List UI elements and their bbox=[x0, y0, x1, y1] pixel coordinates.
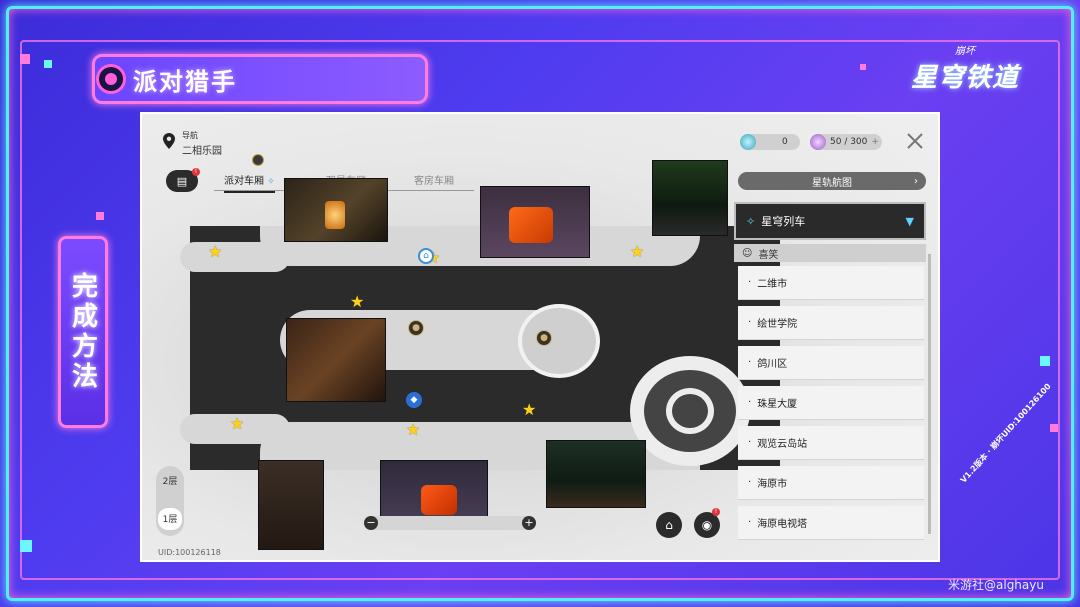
tab-party-car[interactable]: 派对车厢 ✧ bbox=[224, 172, 275, 193]
home-button[interactable]: ⌂ bbox=[656, 512, 682, 538]
target-icon bbox=[96, 64, 126, 94]
side-banner: 完成方法 bbox=[58, 236, 108, 428]
group-header: ☺ 喜笑 bbox=[734, 244, 926, 262]
home-icon: ⌂ bbox=[665, 518, 673, 532]
orange-cushion bbox=[421, 485, 457, 515]
tab-guest-car[interactable]: 客房车厢 bbox=[414, 172, 454, 187]
mission-badge: ! bbox=[712, 508, 720, 516]
upper-left-room bbox=[180, 242, 290, 272]
star-marker[interactable]: ★ bbox=[406, 422, 420, 438]
location-label: 绘世学院 bbox=[757, 319, 798, 330]
watermark: 米游社@alghayu bbox=[948, 578, 1044, 592]
location-label: 二维市 bbox=[757, 279, 788, 290]
star-rail-map-label: 星轨航图 bbox=[812, 177, 852, 189]
home-icon[interactable]: ⌂ bbox=[418, 248, 434, 264]
pixel-deco bbox=[96, 212, 104, 220]
photo-chair bbox=[258, 460, 324, 550]
location-row[interactable]: · 鸽川区 bbox=[738, 346, 924, 380]
train-car-map[interactable]: ★ ★ ★ ★ ★ ★ ★ ⌂ ● ● ◆ bbox=[180, 226, 780, 470]
pixel-deco bbox=[44, 60, 52, 68]
floor-2-button[interactable]: 2层 bbox=[156, 474, 184, 487]
group-icon: ☺ bbox=[742, 247, 753, 259]
zoom-in-button[interactable]: + bbox=[522, 516, 536, 530]
location-label: 珠星大厦 bbox=[757, 399, 798, 410]
location-scrollbar[interactable] bbox=[928, 254, 931, 534]
photo-planter bbox=[546, 440, 646, 508]
add-icon[interactable]: + bbox=[871, 137, 879, 147]
photo-phone bbox=[286, 318, 386, 402]
star-rail-map-button[interactable]: 星轨航图 › bbox=[738, 172, 926, 190]
page-title: 派对猎手 bbox=[133, 67, 237, 96]
notebook-icon: ▤ bbox=[176, 174, 188, 188]
mission-icon: ◉ bbox=[701, 518, 713, 532]
side-label: 完成方法 bbox=[67, 272, 98, 392]
photo-cushion-top bbox=[480, 186, 590, 258]
chevron-down-icon: ▼ bbox=[905, 214, 914, 228]
pixel-deco bbox=[860, 64, 866, 70]
zoom-out-button[interactable]: − bbox=[364, 516, 378, 530]
spiral-core bbox=[666, 388, 714, 434]
location-row[interactable]: · 二维市 bbox=[738, 266, 924, 300]
location-label: 鸽川区 bbox=[757, 359, 788, 370]
logo-big-text: 星穹铁道 bbox=[910, 63, 1019, 93]
title-banner: 派对猎手 bbox=[92, 54, 428, 104]
tab-label: 派对车厢 bbox=[224, 176, 264, 187]
notification-badge: ! bbox=[192, 168, 200, 176]
teleport-icon[interactable]: ◆ bbox=[406, 392, 422, 408]
npc-icon[interactable]: ● bbox=[408, 320, 424, 336]
zoom-slider[interactable] bbox=[364, 516, 536, 530]
logo-small-text: 崩坏 bbox=[955, 46, 975, 57]
star-marker[interactable]: ★ bbox=[230, 416, 244, 432]
selected-world-label: 星穹列车 bbox=[761, 215, 806, 228]
game-logo: 崩坏 星穹铁道 bbox=[900, 42, 1030, 102]
orange-cushion bbox=[509, 207, 553, 243]
location-label: 观览云岛站 bbox=[757, 439, 808, 450]
pixel-deco bbox=[1040, 356, 1050, 366]
floor-1-button[interactable]: 1层 bbox=[156, 512, 184, 525]
location-row[interactable]: · 海原电视塔 bbox=[738, 506, 924, 540]
location-label: 海原市 bbox=[757, 479, 788, 490]
reserved-power-value: 50 / 300 bbox=[830, 137, 868, 147]
star-marker[interactable]: ★ bbox=[208, 244, 222, 260]
close-icon[interactable] bbox=[904, 130, 926, 152]
star-marker[interactable]: ★ bbox=[630, 244, 644, 260]
location-row[interactable]: · 海原市 bbox=[738, 466, 924, 500]
photo-lamp bbox=[284, 178, 388, 242]
location-row[interactable]: · 观览云岛站 bbox=[738, 426, 924, 460]
npc-icon[interactable]: ● bbox=[536, 330, 552, 346]
nav-location: 二相乐园 bbox=[182, 146, 222, 157]
pixel-deco bbox=[20, 54, 30, 64]
reserved-power-counter: 50 / 300 + bbox=[810, 134, 882, 150]
nav-label: 导航 bbox=[182, 131, 198, 140]
lamp-glow bbox=[325, 201, 345, 229]
party-mask-icon bbox=[252, 154, 264, 166]
star-marker[interactable]: ★ bbox=[522, 402, 536, 418]
round-room bbox=[518, 304, 600, 378]
location-row[interactable]: · 珠星大厦 bbox=[738, 386, 924, 420]
pixel-deco bbox=[20, 540, 32, 552]
location-row[interactable]: · 绘世学院 bbox=[738, 306, 924, 340]
photo-plant bbox=[652, 160, 728, 236]
stellar-jade-icon bbox=[740, 134, 756, 150]
stellar-jade-value: 0 bbox=[782, 137, 788, 147]
diamond-icon: ✧ bbox=[746, 214, 756, 228]
diamond-icon: ✧ bbox=[267, 177, 275, 187]
stellar-jade-counter: 0 bbox=[740, 134, 800, 150]
pixel-deco bbox=[1050, 424, 1058, 432]
group-header-label: 喜笑 bbox=[758, 249, 779, 261]
selected-world-row[interactable]: ✧ 星穹列车 ▼ bbox=[734, 202, 926, 240]
star-marker[interactable]: ★ bbox=[350, 294, 364, 310]
chevron-right-icon: › bbox=[914, 175, 918, 187]
map-pin-icon bbox=[163, 133, 175, 149]
location-label: 海原电视塔 bbox=[757, 519, 808, 530]
reserved-power-icon bbox=[810, 134, 826, 150]
uid-label: UID:100126118 bbox=[158, 548, 221, 557]
game-map-window: 导航 二相乐园 ▤ ! 派对车厢 ✧ 观景车厢 客房车厢 0 50 / 300 … bbox=[140, 112, 940, 562]
